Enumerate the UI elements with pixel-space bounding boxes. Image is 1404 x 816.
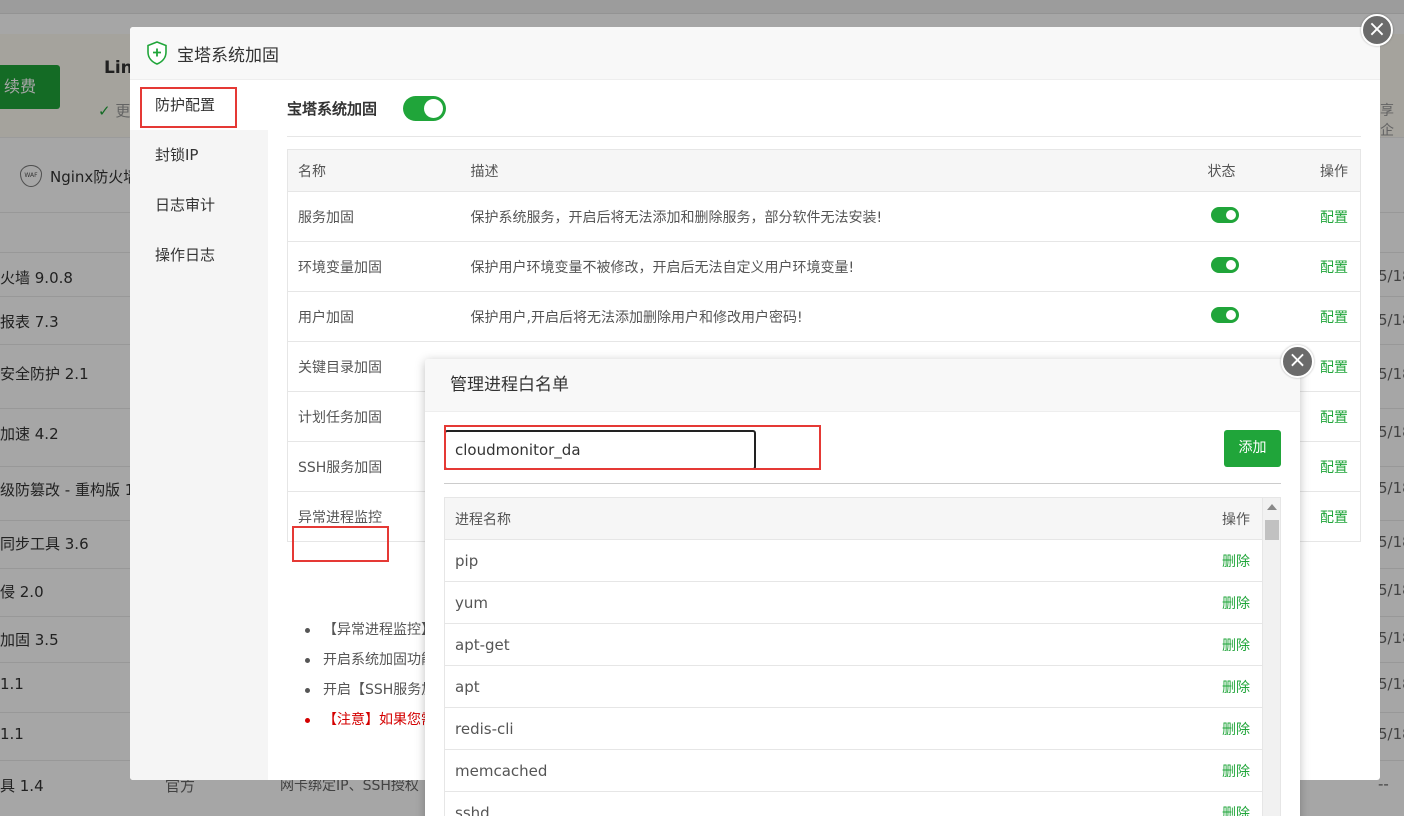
row-desc: 保护用户环境变量不被修改，开启后无法自定义用户环境变量! — [460, 241, 1208, 292]
add-button[interactable]: 添加 — [1224, 430, 1281, 467]
col-status: 状态 — [1207, 149, 1292, 192]
delete-link[interactable]: 删除 — [1222, 719, 1250, 739]
sidebar-item-operation-log[interactable]: 操作日志 — [130, 230, 268, 280]
row-desc: 保护系统服务，开启后将无法添加和删除服务，部分软件无法安装! — [460, 191, 1208, 242]
process-whitelist-dialog: 管理进程白名单 添加 进程名称 操作 pip 删除 yum 删除 apt-get 删除… — [425, 359, 1300, 816]
delete-link[interactable]: 删除 — [1222, 635, 1250, 655]
sidebar-item-block-ip[interactable]: 封锁IP — [130, 130, 268, 180]
table-row: yum 删除 — [445, 582, 1280, 624]
dialog-main: 宝塔系统加固 名称 描述 状态 操作 服务加固 保护系统服务，开启后将无法添加和… — [287, 80, 1361, 728]
process-name: memcached — [455, 761, 548, 780]
row-desc: 保护用户,开启后将无法添加删除用户和修改用户密码! — [460, 291, 1208, 342]
config-link[interactable]: 配置 — [1291, 491, 1361, 542]
config-link[interactable]: 配置 — [1291, 291, 1361, 342]
delete-link[interactable]: 删除 — [1222, 761, 1250, 781]
hardening-switch-row: 宝塔系统加固 — [287, 80, 1361, 137]
delete-link[interactable]: 删除 — [1222, 593, 1250, 613]
table-row: apt 删除 — [445, 666, 1280, 708]
scrollbar[interactable] — [1262, 498, 1280, 816]
table-header: 名称 描述 状态 操作 — [287, 149, 1361, 192]
col-process-name: 进程名称 — [455, 511, 511, 528]
table-row: apt-get 删除 — [445, 624, 1280, 666]
row-name: 环境变量加固 — [287, 241, 461, 292]
row-status — [1207, 191, 1292, 242]
table-row: 环境变量加固 保护用户环境变量不被修改，开启后无法自定义用户环境变量! 配置 — [287, 241, 1361, 292]
scroll-up-icon[interactable] — [1267, 504, 1277, 510]
table-row: 服务加固 保护系统服务，开启后将无法添加和删除服务，部分软件无法安装! 配置 — [287, 191, 1361, 242]
status-toggle[interactable] — [1210, 306, 1239, 323]
status-toggle[interactable] — [1210, 256, 1239, 273]
row-status — [1207, 241, 1292, 292]
whitelist-title: 管理进程白名单 — [425, 359, 1300, 412]
highlight-box — [140, 87, 237, 128]
config-link[interactable]: 配置 — [1291, 241, 1361, 292]
whitelist-table: 进程名称 操作 pip 删除 yum 删除 apt-get 删除 apt 删除 redi… — [444, 497, 1281, 816]
status-toggle[interactable] — [1210, 206, 1239, 223]
table-row: memcached 删除 — [445, 750, 1280, 792]
table-row: pip 删除 — [445, 540, 1280, 582]
row-name: 服务加固 — [287, 191, 461, 242]
col-desc: 描述 — [460, 149, 1208, 192]
note-item: 【异常进程监控】 — [305, 615, 435, 645]
sidebar-item-log-audit[interactable]: 日志审计 — [130, 180, 268, 230]
col-op: 操作 — [1222, 511, 1250, 528]
process-name: pip — [455, 551, 479, 570]
highlight-box — [292, 526, 389, 562]
process-name: redis-cli — [455, 719, 514, 738]
process-name: apt-get — [455, 635, 510, 654]
table-row: 用户加固 保护用户,开启后将无法添加删除用户和修改用户密码! 配置 — [287, 291, 1361, 342]
col-name: 名称 — [287, 149, 461, 192]
delete-link[interactable]: 删除 — [1222, 803, 1250, 816]
dialog-header: 宝塔系统加固 — [130, 27, 1380, 80]
process-name: yum — [455, 593, 488, 612]
config-link[interactable]: 配置 — [1291, 191, 1361, 242]
process-name: apt — [455, 677, 480, 696]
delete-link[interactable]: 删除 — [1222, 551, 1250, 571]
note-item: 开启【SSH服务加 — [305, 675, 435, 705]
divider — [444, 483, 1281, 484]
shield-icon — [147, 41, 167, 65]
config-link[interactable]: 配置 — [1291, 391, 1361, 442]
dialog-title: 宝塔系统加固 — [177, 45, 279, 66]
table-row: redis-cli 删除 — [445, 708, 1280, 750]
note-item: 开启系统加固功能 — [305, 645, 435, 675]
close-icon[interactable]: × — [1361, 14, 1393, 46]
scrollbar-thumb[interactable] — [1265, 520, 1279, 540]
note-warning: 【注意】如果您需 — [305, 705, 435, 735]
notes-list: 【异常进程监控】 开启系统加固功能 开启【SSH服务加 【注意】如果您需 — [305, 615, 435, 735]
process-name: sshd — [455, 803, 490, 816]
row-name: 用户加固 — [287, 291, 461, 342]
highlight-box — [444, 425, 821, 470]
row-status — [1207, 291, 1292, 342]
hardening-toggle[interactable] — [403, 95, 447, 121]
col-op: 操作 — [1291, 149, 1361, 192]
table-header: 进程名称 操作 — [445, 498, 1280, 540]
dialog-sidebar: 防护配置 封锁IP 日志审计 操作日志 — [130, 80, 268, 780]
hardening-switch-label: 宝塔系统加固 — [287, 99, 378, 118]
config-link[interactable]: 配置 — [1291, 441, 1361, 492]
table-row: sshd 删除 — [445, 792, 1280, 816]
delete-link[interactable]: 删除 — [1222, 677, 1250, 697]
close-icon[interactable]: × — [1281, 345, 1314, 378]
